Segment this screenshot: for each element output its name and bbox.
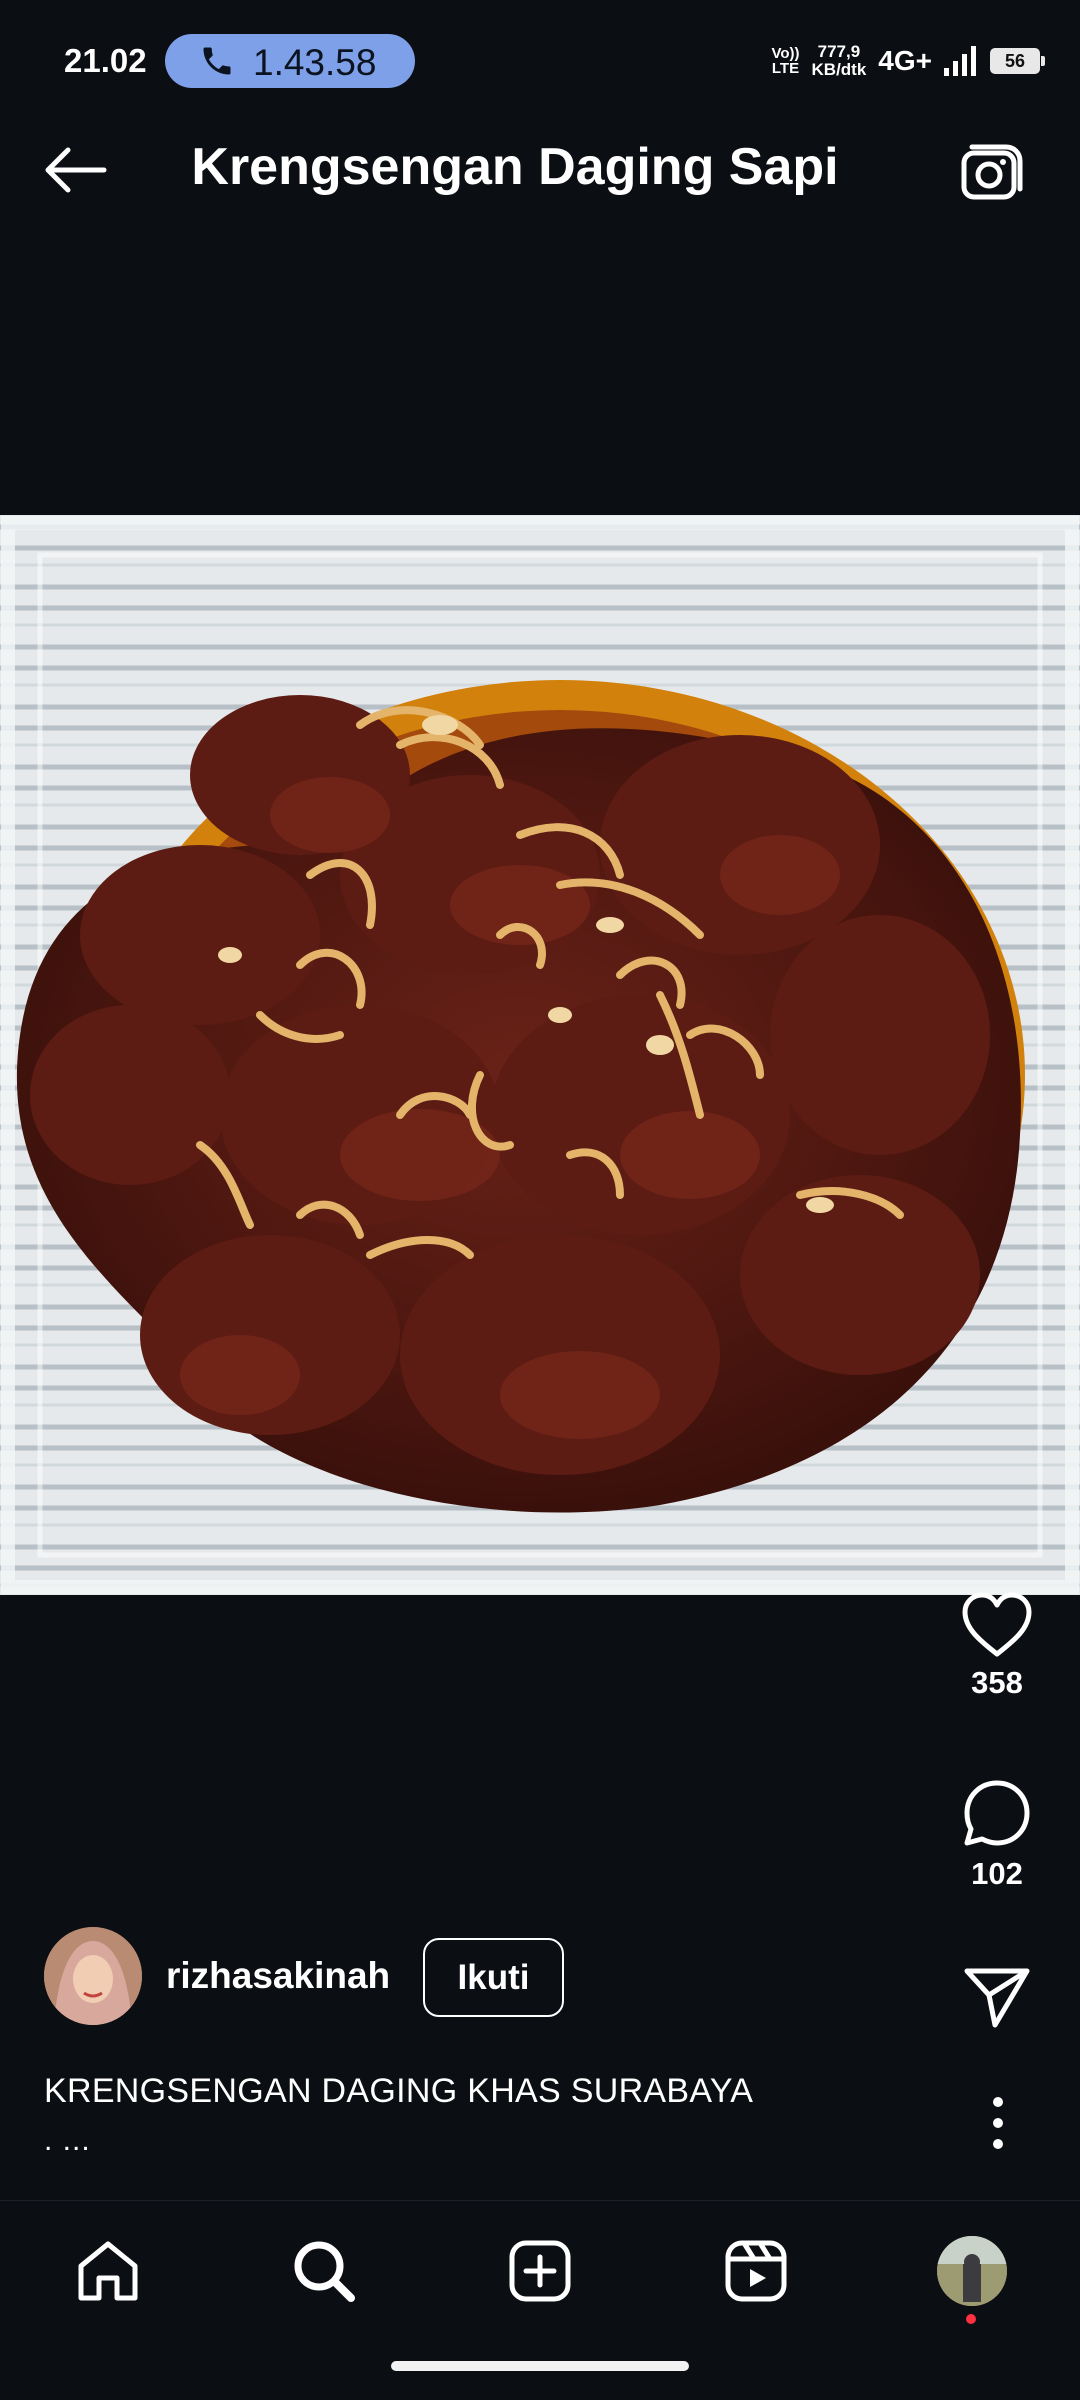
search-icon xyxy=(294,2241,355,2302)
camera-icon xyxy=(961,144,1023,200)
reels-icon xyxy=(725,2240,787,2302)
author-username[interactable]: rizhasakinah xyxy=(166,1955,390,1997)
comment-action[interactable]: 102 xyxy=(947,1775,1047,1892)
page-title: Krengsengan Daging Sapi xyxy=(191,138,839,196)
author-photo xyxy=(44,1927,142,2025)
more-options-button[interactable] xyxy=(978,2094,1018,2152)
follow-button[interactable]: Ikuti xyxy=(423,1938,564,2017)
status-indicators: Vo)) LTE 777,9 KB/dtk 4G+ 56 xyxy=(771,36,1045,86)
signal-icon xyxy=(944,46,976,76)
post-image[interactable] xyxy=(0,515,1080,1595)
comment-count: 102 xyxy=(971,1856,1023,1891)
more-vertical-icon xyxy=(993,2097,1003,2149)
heart-icon xyxy=(962,1592,1032,1657)
nav-home[interactable] xyxy=(68,2231,148,2311)
status-time: 21.02 xyxy=(64,42,147,79)
nav-create[interactable] xyxy=(500,2231,580,2311)
like-action[interactable]: 358 xyxy=(947,1590,1047,1701)
call-timer: 1.43.58 xyxy=(253,42,377,83)
phone-icon xyxy=(203,47,231,75)
send-icon xyxy=(964,1968,1030,2028)
profile-avatar xyxy=(937,2236,1007,2306)
volte-icon: Vo)) LTE xyxy=(771,45,800,77)
home-icon xyxy=(78,2241,138,2301)
home-indicator[interactable] xyxy=(391,2361,689,2371)
like-count: 358 xyxy=(971,1665,1023,1700)
camera-button[interactable] xyxy=(958,139,1024,205)
network-speed: 777,9 KB/dtk xyxy=(811,42,867,79)
header: Krengsengan Daging Sapi xyxy=(0,95,1080,245)
profile-notification-dot xyxy=(966,2314,976,2324)
author-avatar[interactable] xyxy=(44,1927,142,2025)
create-icon xyxy=(509,2240,571,2302)
nav-search[interactable] xyxy=(284,2231,364,2311)
status-bar: 21.02 1.43.58 Vo)) LTE 777,9 KB/dtk 4G+ … xyxy=(0,0,1080,95)
battery-icon: 56 xyxy=(990,48,1045,74)
nav-profile[interactable] xyxy=(932,2231,1012,2311)
food-photo xyxy=(0,515,1080,1595)
ongoing-call-pill[interactable]: 1.43.58 xyxy=(165,34,415,88)
share-action[interactable] xyxy=(947,1965,1047,2036)
caption-more[interactable]: . ... xyxy=(44,2124,91,2158)
post-caption[interactable]: KRENGSENGAN DAGING KHAS SURABAYA xyxy=(44,2072,753,2111)
network-type: 4G+ xyxy=(878,45,932,76)
comment-icon xyxy=(964,1780,1030,1846)
nav-reels[interactable] xyxy=(716,2231,796,2311)
